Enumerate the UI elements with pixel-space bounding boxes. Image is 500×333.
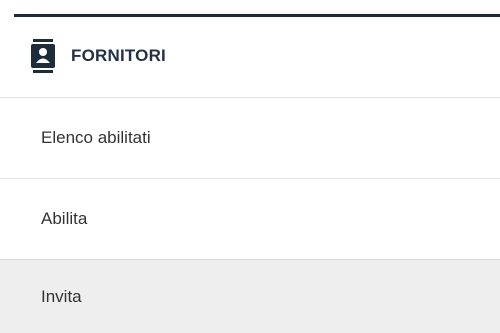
menu-item-invita[interactable]: Invita	[0, 259, 500, 333]
contacts-book-icon	[30, 39, 56, 73]
menu-item-elenco-abilitati[interactable]: Elenco abilitati	[0, 98, 500, 179]
suppliers-menu-panel: FORNITORI Elenco abilitati Abilita Invit…	[0, 0, 500, 333]
menu-item-label: Elenco abilitati	[41, 128, 151, 147]
section-title: FORNITORI	[71, 46, 166, 65]
section-header: FORNITORI	[0, 17, 500, 98]
menu-item-abilita[interactable]: Abilita	[0, 179, 500, 260]
menu-item-label: Abilita	[41, 209, 88, 228]
menu-item-label: Invita	[41, 287, 82, 306]
